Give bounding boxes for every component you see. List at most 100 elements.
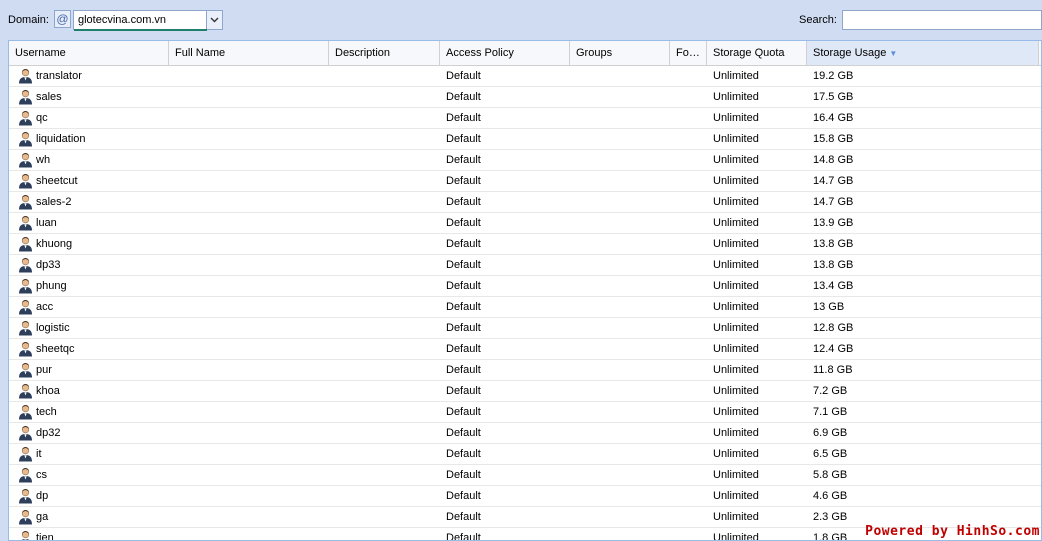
usage-cell: 7.2 GB [813,385,848,397]
username-text: liquidation [36,133,86,145]
username-cell: wh [9,150,169,170]
groups-cell [570,171,670,191]
username-text: luan [36,217,57,229]
usage-cell: 4.6 GB [813,490,848,502]
forwarding-cell [670,66,707,86]
groups-cell [570,129,670,149]
quota-cell: Unlimited [713,259,759,271]
description-cell [329,297,440,317]
description-cell [329,423,440,443]
column-header-description[interactable]: Description [329,41,440,65]
groups-cell [570,444,670,464]
table-row[interactable]: khuong Default Unlimited 13.8 GB [9,234,1041,255]
table-row[interactable]: sheetcut Default Unlimited 14.7 GB [9,171,1041,192]
quota-cell: Unlimited [713,70,759,82]
forwarding-cell [670,171,707,191]
username-text: tien [36,532,54,541]
access-policy-cell: Default [446,238,481,250]
column-header-groups[interactable]: Groups [570,41,670,65]
table-row[interactable]: dp Default Unlimited 4.6 GB [9,486,1041,507]
domain-combo[interactable] [73,10,223,31]
table-row[interactable]: cs Default Unlimited 5.8 GB [9,465,1041,486]
quota-cell: Unlimited [713,532,759,541]
usage-cell: 13.9 GB [813,217,854,229]
description-cell [329,402,440,422]
description-cell [329,150,440,170]
column-header-full-name[interactable]: Full Name [169,41,329,65]
column-header-access-policy[interactable]: Access Policy [440,41,570,65]
forwarding-cell [670,381,707,401]
table-row[interactable]: sales-2 Default Unlimited 14.7 GB [9,192,1041,213]
usage-cell: 16.4 GB [813,112,854,124]
forwarding-cell [670,444,707,464]
table-row[interactable]: acc Default Unlimited 13 GB [9,297,1041,318]
usage-cell: 13.8 GB [813,238,854,250]
table-row[interactable]: dp33 Default Unlimited 13.8 GB [9,255,1041,276]
usage-cell: 13.4 GB [813,280,854,292]
description-cell [329,66,440,86]
description-cell [329,129,440,149]
access-policy-cell: Default [446,91,481,103]
groups-cell [570,66,670,86]
quota-cell: Unlimited [713,427,759,439]
description-cell [329,213,440,233]
full-name-cell [169,402,329,422]
table-row[interactable]: sales Default Unlimited 17.5 GB [9,87,1041,108]
description-cell [329,234,440,254]
column-header-storage-usage-label: Storage Usage [813,47,887,59]
access-policy-cell: Default [446,301,481,313]
table-row[interactable]: khoa Default Unlimited 7.2 GB [9,381,1041,402]
username-text: pur [36,364,52,376]
search-input[interactable] [842,10,1042,30]
user-icon [18,299,33,315]
table-row[interactable]: translator Default Unlimited 19.2 GB [9,66,1041,87]
forwarding-cell [670,129,707,149]
quota-cell: Unlimited [713,154,759,166]
column-header-storage-quota[interactable]: Storage Quota [707,41,807,65]
table-row[interactable]: sheetqc Default Unlimited 12.4 GB [9,339,1041,360]
user-icon [18,509,33,525]
forwarding-cell [670,339,707,359]
forwarding-cell [670,192,707,212]
full-name-cell [169,486,329,506]
groups-cell [570,486,670,506]
table-row[interactable]: luan Default Unlimited 13.9 GB [9,213,1041,234]
user-icon [18,194,33,210]
column-header-username[interactable]: Username [9,41,169,65]
description-cell [329,528,440,540]
access-policy-cell: Default [446,133,481,145]
table-row[interactable]: pur Default Unlimited 11.8 GB [9,360,1041,381]
access-policy-cell: Default [446,70,481,82]
access-policy-cell: Default [446,385,481,397]
table-row[interactable]: dp32 Default Unlimited 6.9 GB [9,423,1041,444]
username-text: tech [36,406,57,418]
column-header-storage-usage[interactable]: Storage Usage ▼ [807,41,1039,65]
access-policy-cell: Default [446,259,481,271]
groups-cell [570,507,670,527]
full-name-cell [169,213,329,233]
table-row[interactable]: logistic Default Unlimited 12.8 GB [9,318,1041,339]
groups-cell [570,87,670,107]
table-row[interactable]: liquidation Default Unlimited 15.8 GB [9,129,1041,150]
description-cell [329,444,440,464]
access-policy-cell: Default [446,511,481,523]
at-icon: @ [54,10,71,28]
access-policy-cell: Default [446,469,481,481]
access-policy-cell: Default [446,532,481,541]
column-header-forwarding[interactable]: Fo… [670,41,707,65]
table-row[interactable]: tech Default Unlimited 7.1 GB [9,402,1041,423]
table-row[interactable]: phung Default Unlimited 13.4 GB [9,276,1041,297]
chevron-down-icon[interactable] [206,11,222,29]
grid-header: Username Full Name Description Access Po… [9,41,1041,66]
quota-cell: Unlimited [713,301,759,313]
username-cell: pur [9,360,169,380]
table-row[interactable]: qc Default Unlimited 16.4 GB [9,108,1041,129]
table-row[interactable]: wh Default Unlimited 14.8 GB [9,150,1041,171]
user-icon [18,278,33,294]
groups-cell [570,108,670,128]
description-cell [329,360,440,380]
table-row[interactable]: it Default Unlimited 6.5 GB [9,444,1041,465]
username-cell: dp [9,486,169,506]
domain-input[interactable] [74,11,207,31]
quota-cell: Unlimited [713,511,759,523]
